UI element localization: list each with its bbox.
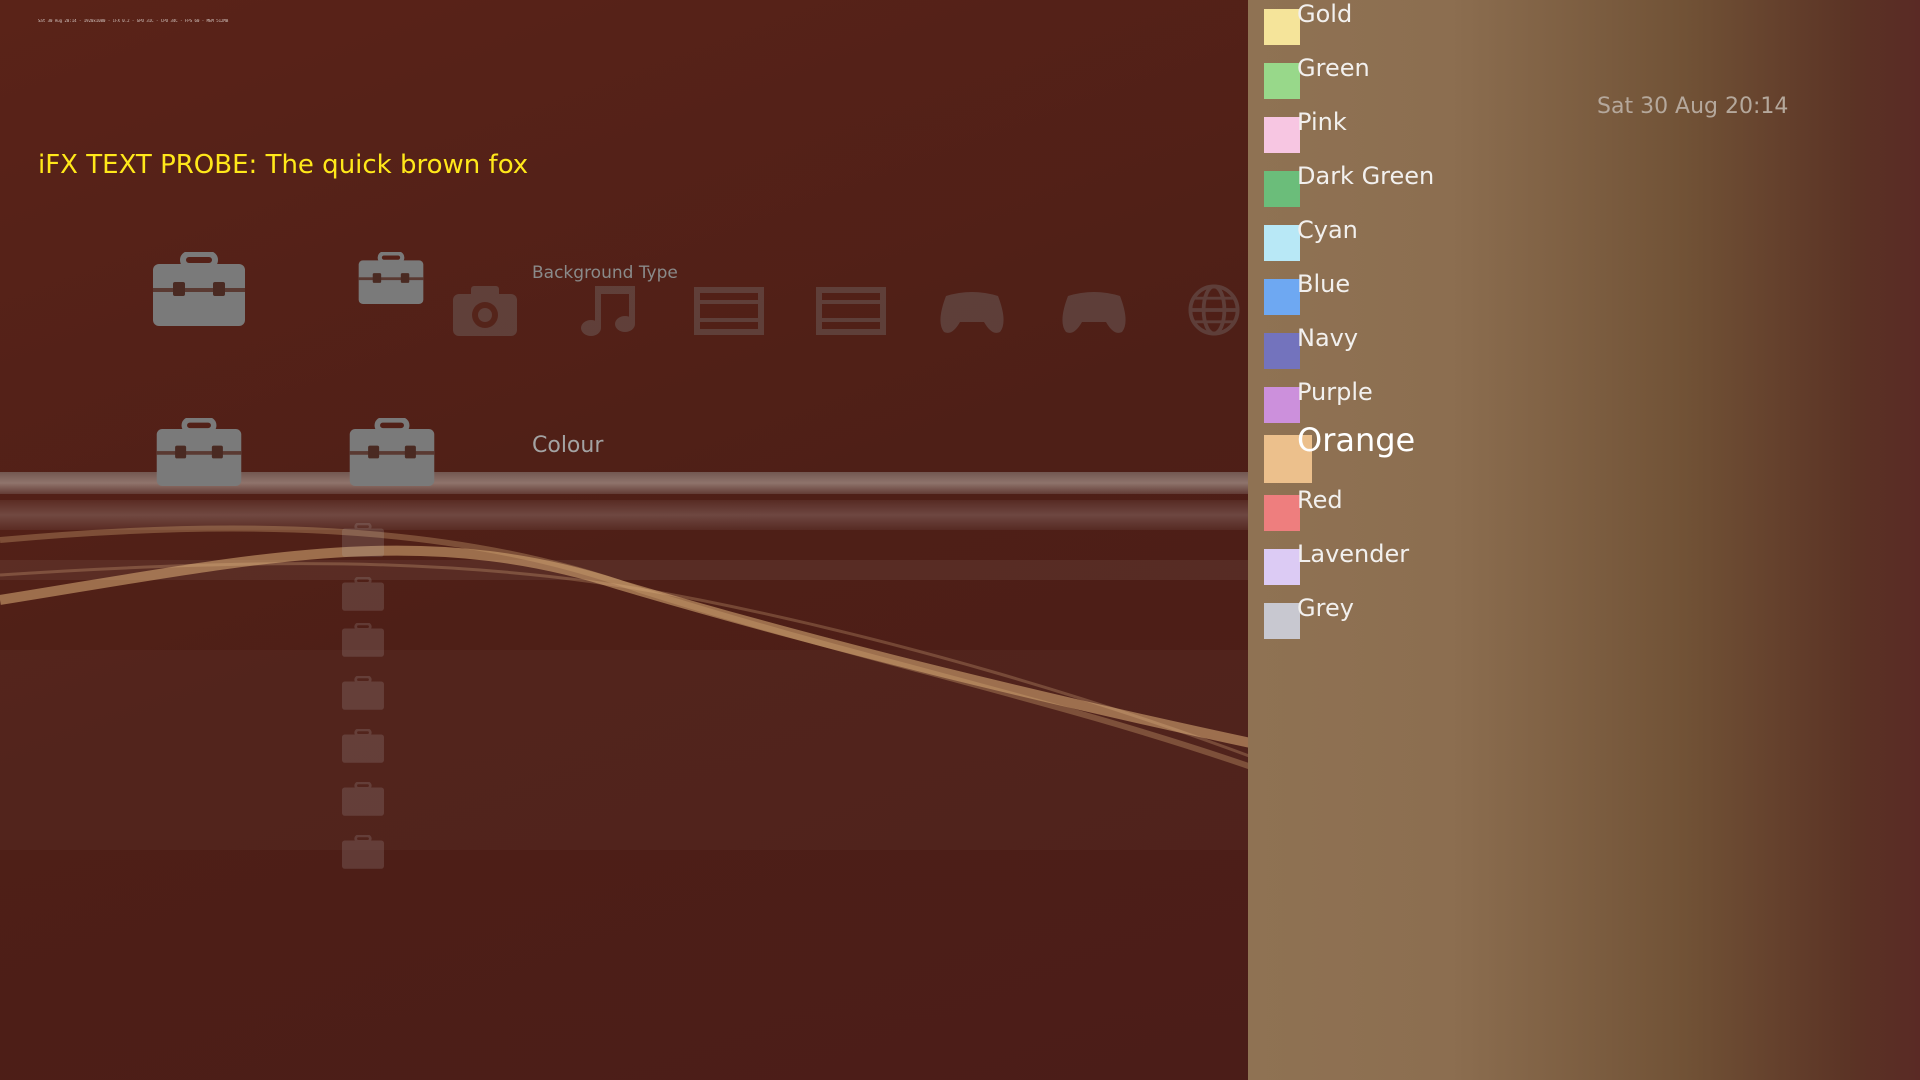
toolbox-icon[interactable] bbox=[346, 418, 438, 486]
colour-option-label: Navy bbox=[1297, 324, 1359, 352]
colour-option-label: Cyan bbox=[1297, 216, 1358, 244]
colour-option-label: Dark Green bbox=[1297, 162, 1435, 190]
toolbox-icon[interactable] bbox=[153, 418, 245, 486]
colour-option-label: Lavender bbox=[1297, 540, 1410, 568]
colour-swatch bbox=[1264, 171, 1300, 207]
network-icon[interactable] bbox=[1180, 282, 1248, 338]
video-icon[interactable] bbox=[815, 282, 887, 338]
clock: Sat 30 Aug 20:14 bbox=[1597, 94, 1789, 119]
toolbox-icon bbox=[342, 576, 384, 611]
toolbox-icon bbox=[342, 522, 384, 557]
toolbox-icon bbox=[342, 622, 384, 657]
colour-option-label: Blue bbox=[1297, 270, 1351, 298]
background-type-label[interactable]: Background Type bbox=[532, 263, 678, 283]
toolbox-icon bbox=[342, 728, 384, 763]
colour-swatch bbox=[1264, 117, 1300, 153]
colour-label[interactable]: Colour bbox=[532, 433, 603, 458]
colour-swatch bbox=[1264, 9, 1300, 45]
colour-option-label: Red bbox=[1297, 486, 1343, 514]
toolbox-icon[interactable] bbox=[153, 252, 245, 326]
game-icon[interactable] bbox=[936, 282, 1008, 338]
toolbox-icon bbox=[342, 675, 384, 710]
colour-swatch bbox=[1264, 333, 1300, 369]
colour-swatch bbox=[1264, 549, 1300, 585]
toolbox-icon[interactable] bbox=[356, 252, 426, 304]
photo-icon[interactable] bbox=[449, 282, 521, 338]
colour-swatch bbox=[1264, 279, 1300, 315]
toolbox-icon bbox=[342, 834, 384, 869]
colour-option-label: Orange bbox=[1297, 421, 1416, 459]
colour-option-label: Purple bbox=[1297, 378, 1373, 406]
colour-option-label: Grey bbox=[1297, 594, 1354, 622]
colour-swatch bbox=[1264, 387, 1300, 423]
colour-option-label: Gold bbox=[1297, 0, 1353, 28]
video-icon[interactable] bbox=[693, 282, 765, 338]
game-icon[interactable] bbox=[1058, 282, 1130, 338]
colour-swatch bbox=[1264, 603, 1300, 639]
colour-swatch bbox=[1264, 63, 1300, 99]
colour-swatch bbox=[1264, 495, 1300, 531]
colour-option-label: Pink bbox=[1297, 108, 1347, 136]
music-icon[interactable] bbox=[571, 282, 643, 338]
colour-swatch bbox=[1264, 225, 1300, 261]
colour-option-label: Green bbox=[1297, 54, 1370, 82]
toolbox-icon bbox=[342, 781, 384, 816]
